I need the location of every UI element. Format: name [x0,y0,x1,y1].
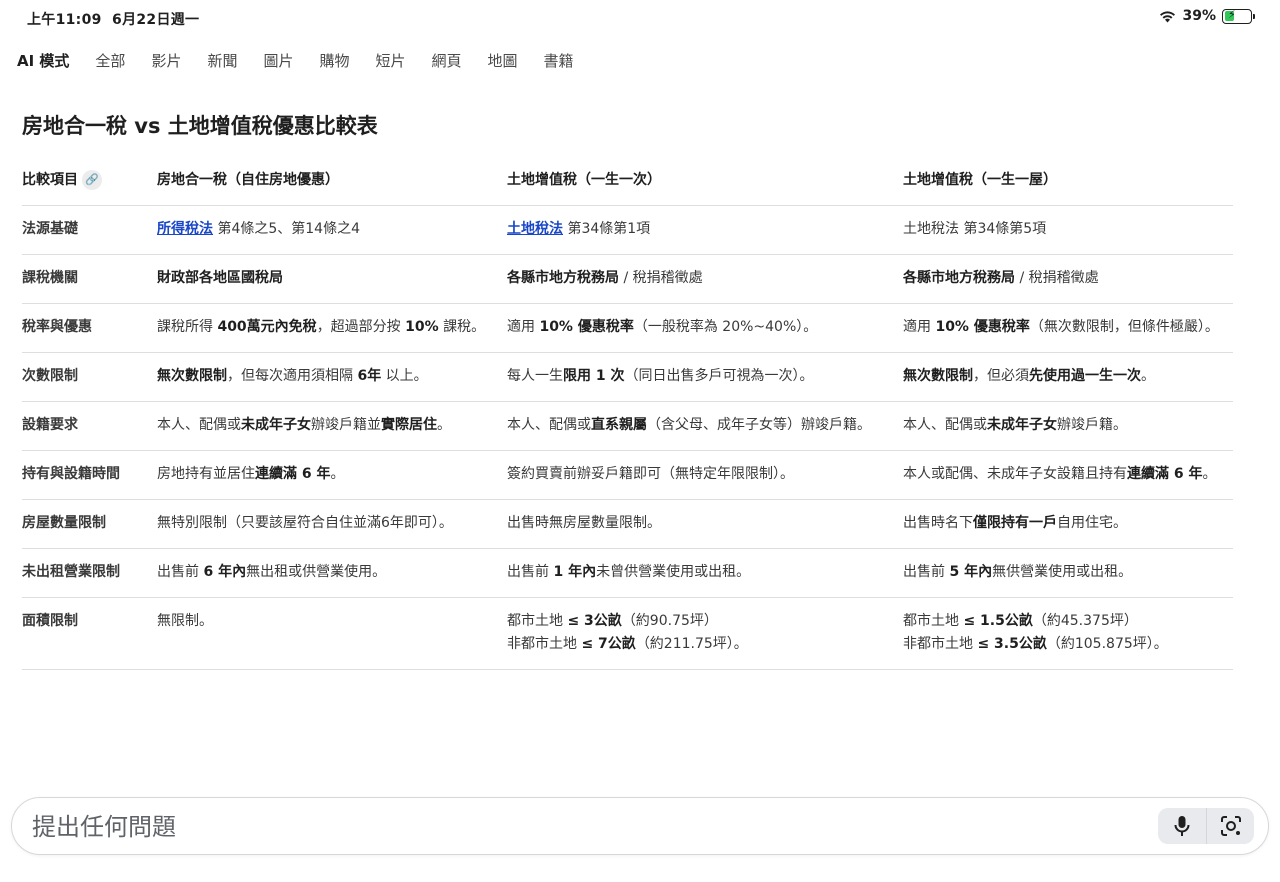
table-cell: 無特別限制（只要該屋符合自住並滿6年即可）。 [157,499,507,549]
table-cell: 適用 10% 優惠稅率（一般稅率為 20%~40%）。 [507,303,903,353]
tab-0[interactable]: AI 模式 [17,48,69,73]
row-label: 法源基礎 [22,205,157,255]
status-time: 上午11:09 6月22日週一 [27,12,200,28]
tab-5[interactable]: 購物 [319,48,349,73]
table-cell: 本人、配偶或未成年子女辦竣戶籍。 [903,401,1233,451]
tab-2[interactable]: 影片 [151,48,181,73]
table-cell: 財政部各地區國稅局 [157,254,507,304]
table-cell: 各縣市地方稅務局 / 稅捐稽徵處 [903,254,1233,304]
table-cell: 簽約買賣前辦妥戶籍即可（無特定年限限制）。 [507,450,903,500]
mic-button[interactable] [1158,808,1206,844]
header-col: 土地增值稅（一生一屋） [903,157,1233,206]
status-right: 39% ⚡ [1159,8,1255,24]
row-label: 持有與設籍時間 [22,450,157,500]
law-link[interactable]: 土地稅法 [507,221,563,237]
row-label: 未出租營業限制 [22,548,157,598]
status-bar: 上午11:09 6月22日週一 39% ⚡ [0,0,1280,34]
table-cell: 出售時無房屋數量限制。 [507,499,903,549]
table-cell: 土地稅法 第34條第5項 [903,205,1233,255]
table-cell: 出售前 6 年內無出租或供營業使用。 [157,548,507,598]
page-title: 房地合一稅 vs 土地增值稅優惠比較表 [22,114,378,138]
battery-icon: ⚡ [1222,8,1255,24]
table-row: 面積限制 無限制。 都市土地 ≤ 3公畝（約90.75坪） 非都市土地 ≤ 7公畝（約… [22,597,1233,670]
table-cell: 房地持有並居住連續滿 6 年。 [157,450,507,500]
table-header-row: 比較項目 🔗 房地合一稅（自住房地優惠） 土地增值稅（一生一次） 土地增值稅（一生… [22,157,1233,206]
ask-buttons [1158,808,1254,844]
table-cell: 適用 10% 優惠稅率（無次數限制，但條件極嚴）。 [903,303,1233,353]
table-row: 房屋數量限制 無特別限制（只要該屋符合自住並滿6年即可）。 出售時無房屋數量限制。出… [22,499,1233,549]
table-cell: 各縣市地方稅務局 / 稅捐稽徵處 [507,254,903,304]
table-row: 持有與設籍時間 房地持有並居住連續滿 6 年。 簽約買賣前辦妥戶籍即可（無特定年限限… [22,450,1233,500]
table-row: 次數限制 無次數限制，但每次適用須相隔 6年 以上。 每人一生限用 1 次（同日出售… [22,352,1233,402]
table-cell: 都市土地 ≤ 1.5公畝（約45.375坪） 非都市土地 ≤ 3.5公畝（約105… [903,597,1233,670]
table-cell: 無限制。 [157,597,507,670]
ask-input[interactable] [32,810,1132,844]
table-cell: 出售前 1 年內未曾供營業使用或出租。 [507,548,903,598]
header-col: 房地合一稅（自住房地優惠） [157,157,507,206]
row-label: 稅率與優惠 [22,303,157,353]
tab-3[interactable]: 新聞 [207,48,237,73]
lens-button[interactable] [1206,808,1254,844]
header-col: 土地增值稅（一生一次） [507,157,903,206]
law-link[interactable]: 所得稅法 [157,221,213,237]
tab-8[interactable]: 地圖 [488,48,518,73]
tab-9[interactable]: 書籍 [544,48,574,73]
table-cell: 無次數限制，但必須先使用過一生一次。 [903,352,1233,402]
table-cell: 無次數限制，但每次適用須相隔 6年 以上。 [157,352,507,402]
link-icon[interactable]: 🔗 [82,170,102,190]
table-cell: 出售前 5 年內無供營業使用或出租。 [903,548,1233,598]
table-cell: 都市土地 ≤ 3公畝（約90.75坪） 非都市土地 ≤ 7公畝（約211.75坪）… [507,597,903,670]
table-row: 課稅機關 財政部各地區國稅局 各縣市地方稅務局 / 稅捐稽徵處 各縣市地方稅務局 / … [22,254,1233,304]
tab-4[interactable]: 圖片 [263,48,293,73]
tab-6[interactable]: 短片 [376,48,406,73]
table-cell: 本人、配偶或未成年子女辦竣戶籍並實際居住。 [157,401,507,451]
table-row: 設籍要求 本人、配偶或未成年子女辦竣戶籍並實際居住。 本人、配偶或直系親屬（含父母、… [22,401,1233,451]
wifi-icon [1160,10,1176,22]
row-label: 課稅機關 [22,254,157,304]
battery-percent: 39% [1182,8,1216,24]
row-label: 房屋數量限制 [22,499,157,549]
row-label: 面積限制 [22,597,157,670]
tab-1[interactable]: 全部 [95,48,125,73]
row-label: 設籍要求 [22,401,157,451]
header-item: 比較項目 🔗 [22,157,157,206]
tab-7[interactable]: 網頁 [432,48,462,73]
table-cell: 出售時名下僅限持有一戶自用住宅。 [903,499,1233,549]
table-cell: 每人一生限用 1 次（同日出售多戶可視為一次）。 [507,352,903,402]
table-row: 稅率與優惠 課稅所得 400萬元內免稅，超過部分按 10% 課稅。 適用 10% 優… [22,303,1233,353]
ask-bar [11,797,1269,855]
row-label: 次數限制 [22,352,157,402]
table-cell: 本人、配偶或直系親屬（含父母、成年子女等）辦竣戶籍。 [507,401,903,451]
table-cell: 所得稅法 第4條之5、第14條之4 [157,205,507,255]
camera-search-icon [1220,816,1241,836]
comparison-table: 比較項目 🔗 房地合一稅（自住房地優惠） 土地增值稅（一生一次） 土地增值稅（一生… [22,157,1233,670]
table-row: 未出租營業限制 出售前 6 年內無出租或供營業使用。 出售前 1 年內未曾供營業使用… [22,548,1233,598]
search-tabs: AI 模式 全部 影片 新聞 圖片 購物 短片 網頁 地圖 書籍 [17,48,600,73]
table-row: 法源基礎 所得稅法 第4條之5、第14條之4 土地稅法 第34條第1項 土地稅法 第3… [22,205,1233,255]
mic-icon [1174,816,1190,836]
table-cell: 本人或配偶、未成年子女設籍且持有連續滿 6 年。 [903,450,1233,500]
table-cell: 課稅所得 400萬元內免稅，超過部分按 10% 課稅。 [157,303,507,353]
table-cell: 土地稅法 第34條第1項 [507,205,903,255]
